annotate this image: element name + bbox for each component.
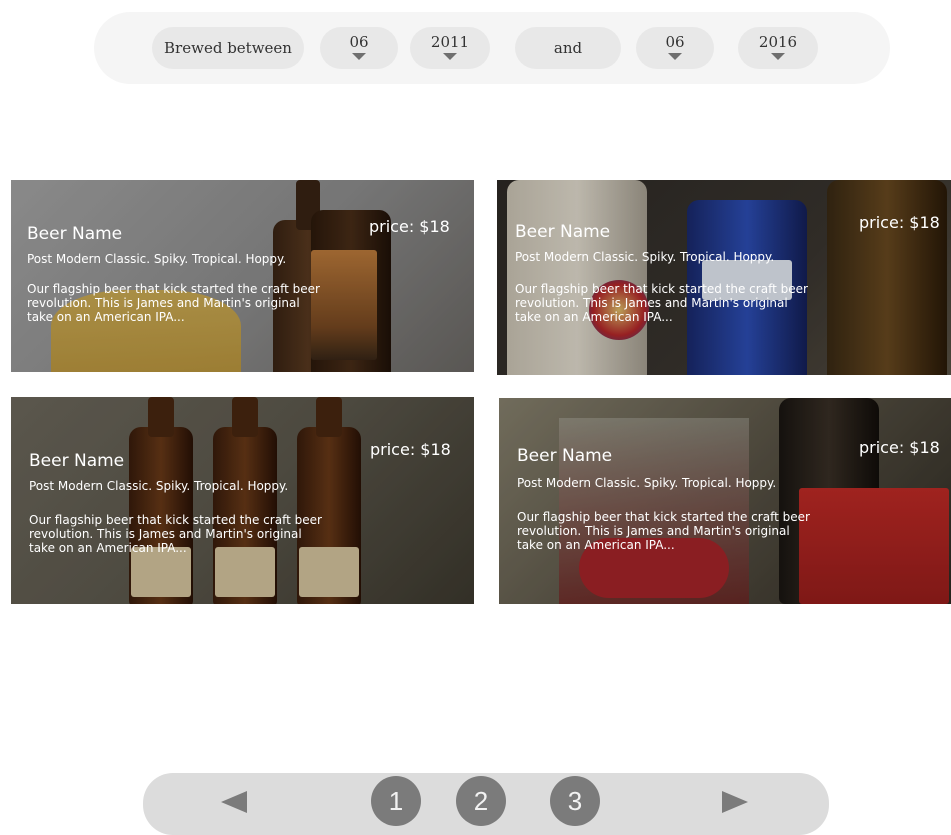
beer-name: Beer Name [27,224,123,244]
beer-name: Beer Name [515,222,611,242]
page-button-2[interactable]: 2 [456,776,506,826]
dropdown-arrow-icon [771,53,785,60]
from-year-select[interactable]: 2011 [410,27,490,69]
triangle-right-icon[interactable] [722,791,748,813]
beer-card[interactable]: Beer Name Post Modern Classic. Spiky. Tr… [499,398,951,604]
pagination: 1 2 3 [143,773,829,835]
beer-price: price: $18 [859,438,940,457]
beer-tagline: Post Modern Classic. Spiky. Tropical. Ho… [27,252,287,266]
page-button-3[interactable]: 3 [550,776,600,826]
date-filter-bar: Brewed between 06 2011 and 06 2016 [94,12,890,84]
from-month-value: 06 [349,33,369,51]
beer-price: price: $18 [859,213,940,232]
beer-price: price: $18 [369,217,450,236]
beer-card[interactable]: Beer Name Post Modern Classic. Spiky. Tr… [11,397,474,604]
from-year-value: 2011 [430,33,470,51]
from-month-select[interactable]: 06 [320,27,398,69]
brewed-between-label: Brewed between [152,27,304,69]
page-button-1[interactable]: 1 [371,776,421,826]
beer-tagline: Post Modern Classic. Spiky. Tropical. Ho… [515,250,775,264]
beer-price: price: $18 [370,440,451,459]
to-year-value: 2016 [758,33,798,51]
beer-tagline: Post Modern Classic. Spiky. Tropical. Ho… [517,476,777,490]
dropdown-arrow-icon [352,53,366,60]
to-year-select[interactable]: 2016 [738,27,818,69]
dropdown-arrow-icon [668,53,682,60]
to-month-select[interactable]: 06 [636,27,714,69]
beer-card[interactable]: Beer Name Post Modern Classic. Spiky. Tr… [497,180,951,375]
and-label: and [515,27,621,69]
beer-description: Our flagship beer that kick started the … [517,510,810,552]
beer-description: Our flagship beer that kick started the … [27,282,320,324]
dropdown-arrow-icon [443,53,457,60]
beer-tagline: Post Modern Classic. Spiky. Tropical. Ho… [29,479,289,493]
triangle-left-icon[interactable] [221,791,247,813]
to-month-value: 06 [665,33,685,51]
beer-name: Beer Name [29,451,125,471]
beer-name: Beer Name [517,446,613,466]
beer-card[interactable]: Beer Name Post Modern Classic. Spiky. Tr… [11,180,474,372]
beer-description: Our flagship beer that kick started the … [515,282,808,324]
beer-description: Our flagship beer that kick started the … [29,513,322,555]
